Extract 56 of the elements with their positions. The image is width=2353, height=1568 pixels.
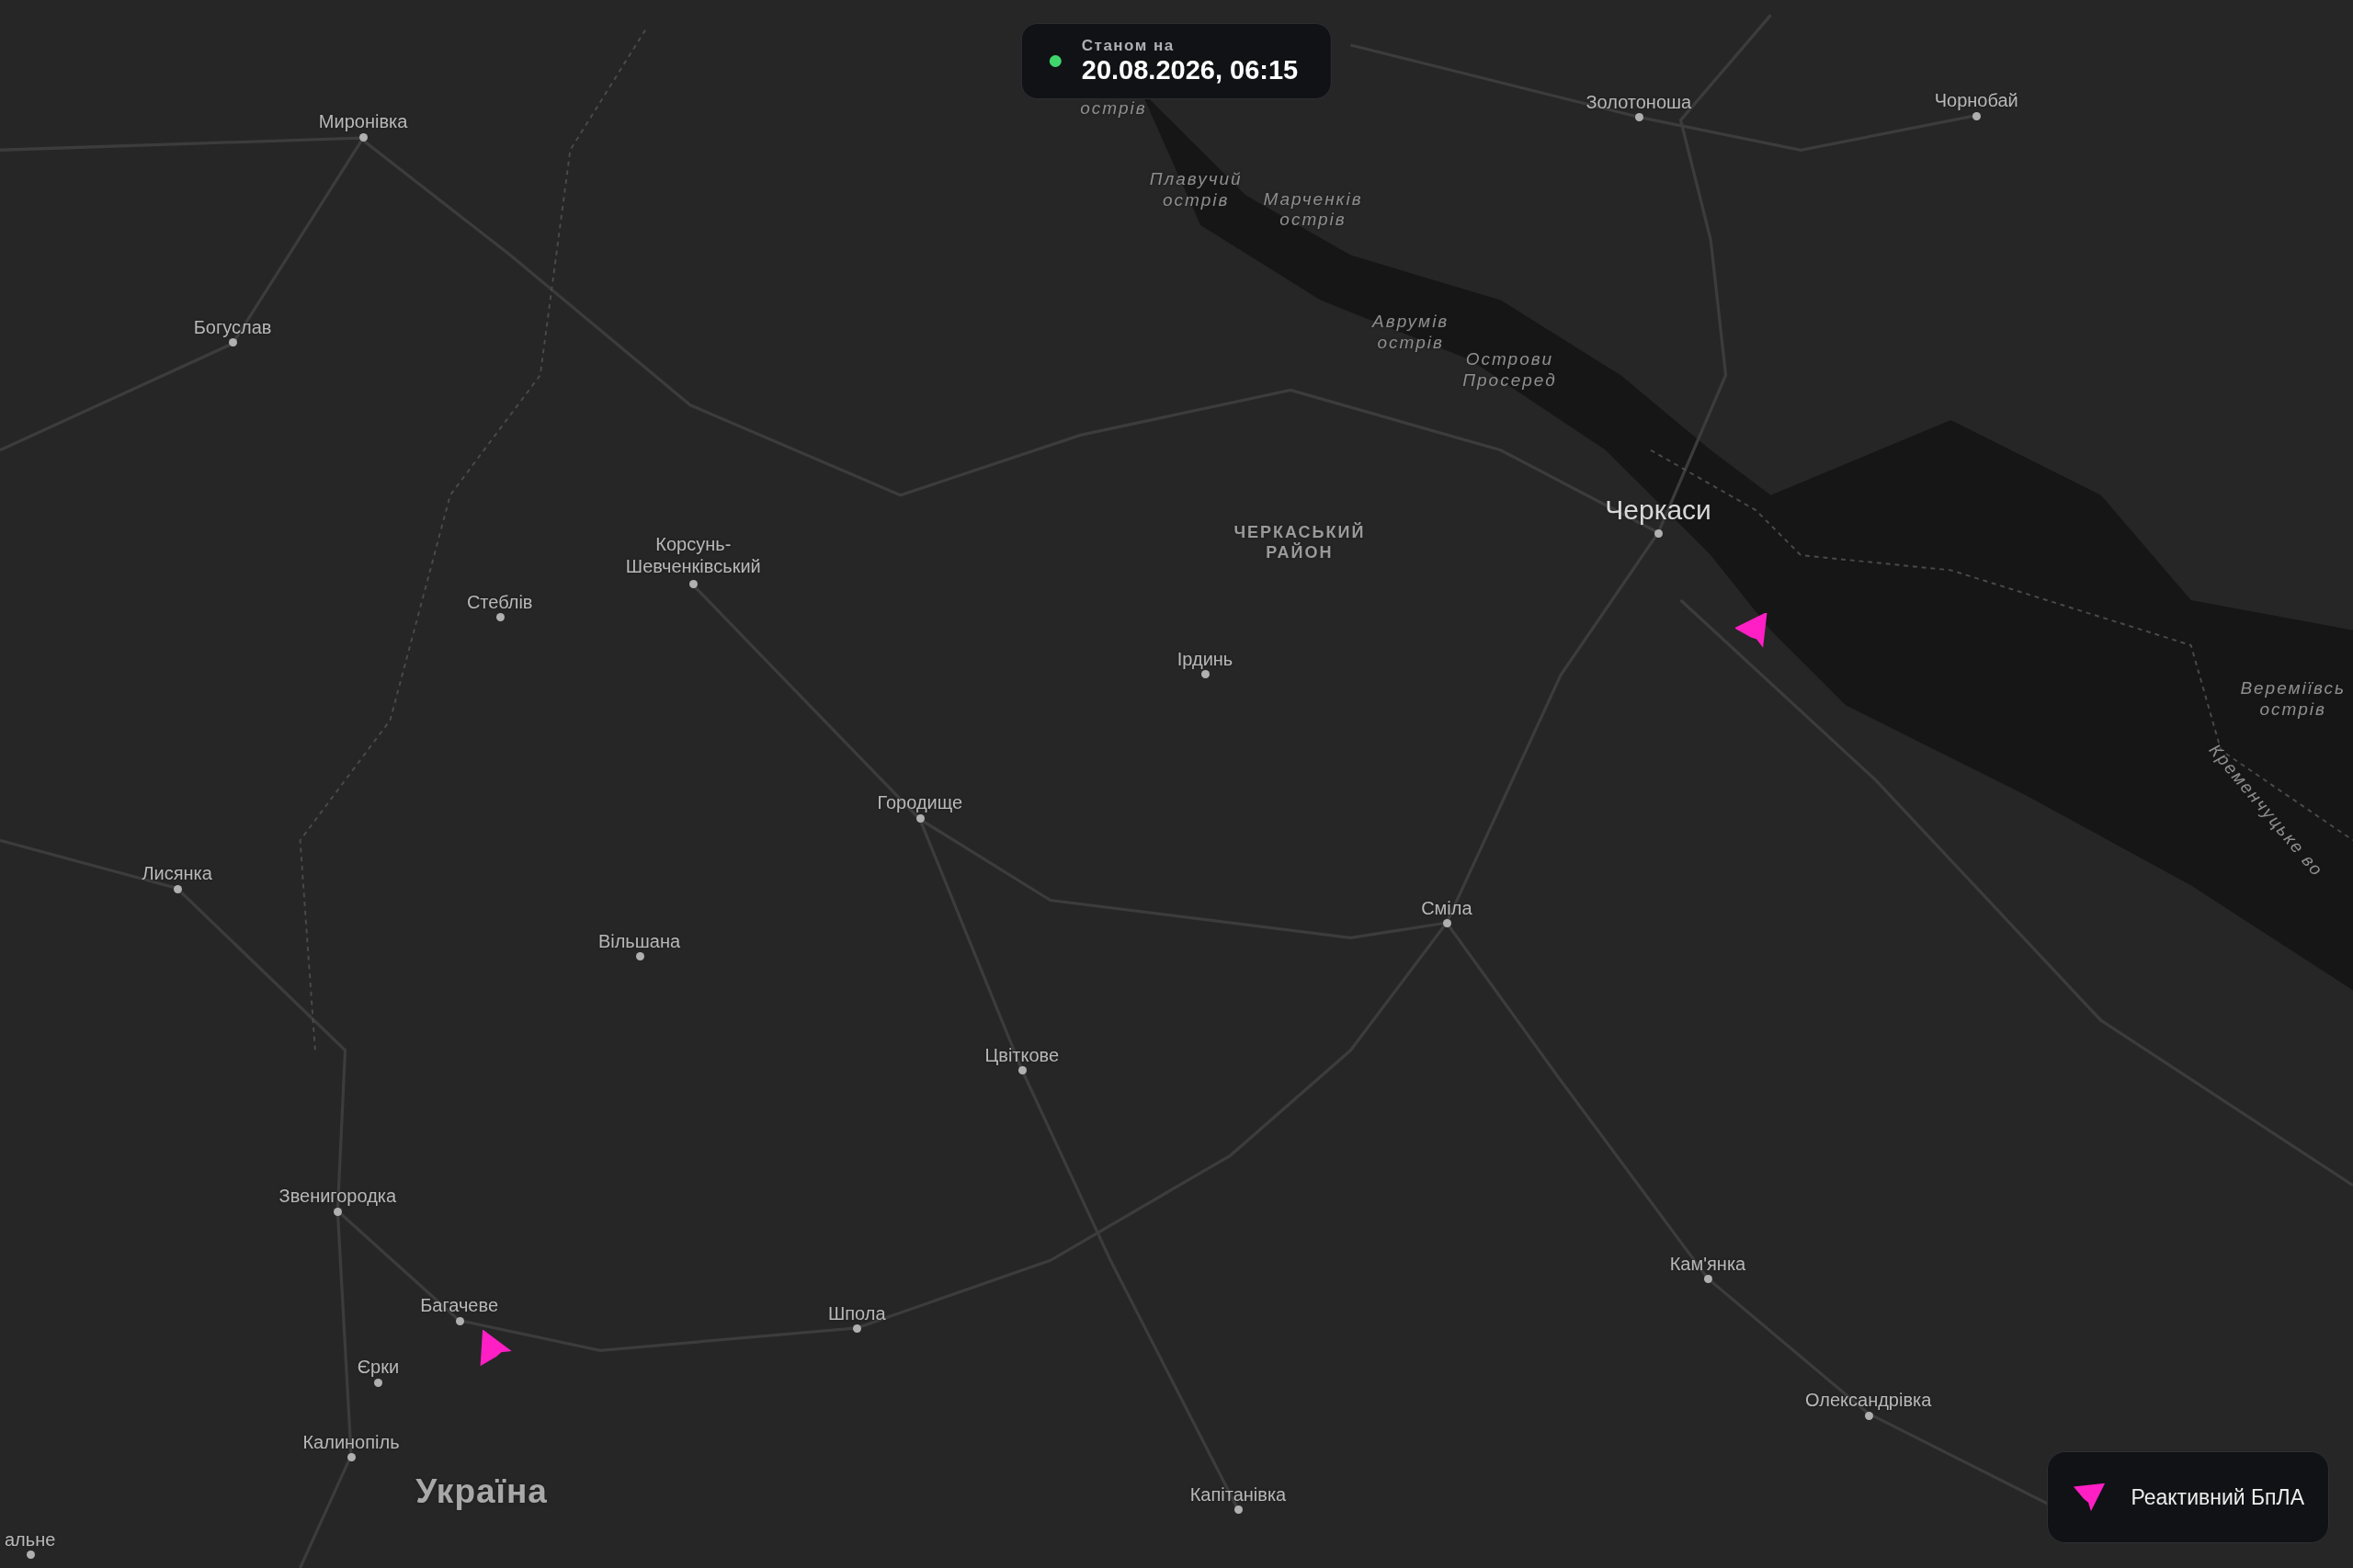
island-label: Марченків острів [1263,188,1363,232]
town-label: Калинопіль [302,1430,400,1453]
status-label: Станом на [1081,37,1176,55]
town-label: Капітанівка [1189,1483,1287,1506]
town-dot-icon [915,813,925,823]
town-label: Золотоноша [1586,91,1692,113]
town-label: Звенигородка [278,1185,397,1208]
district-label: ЧЕРКАСЬКИЙ РАЙОН [1233,523,1366,563]
island-label: Острови Просеред [1462,349,1557,392]
status-timestamp: 20.08.2026, 06:15 [1081,55,1299,85]
town-dot-icon [853,1324,862,1333]
town-dot-icon [495,613,505,621]
town-dot-icon [173,884,182,893]
town-dot-icon [635,952,644,960]
town-label: Лисянка [142,862,212,885]
island-label: Веремiївсь острів [2240,678,2346,721]
town-label: альне [4,1528,56,1551]
town-dot-icon [1201,670,1210,679]
town-dot-icon [1634,113,1643,122]
town-dot-icon [1972,111,1982,120]
town-label: Кам'янка [1669,1252,1746,1275]
town-dot-icon [1654,528,1664,538]
island-label: острів [1080,97,1147,119]
legend-label: Реактивний БпЛА [2131,1484,2304,1510]
town-dot-icon [26,1551,35,1560]
town-label: Цвіткове [984,1043,1060,1066]
town-label: Багачеве [420,1294,498,1317]
town-label: Черкаси [1605,494,1711,528]
town-label: Богуслав [193,315,272,338]
town-dot-icon [1017,1066,1027,1075]
town-dot-icon [334,1207,343,1216]
town-dot-icon [1233,1506,1243,1515]
town-label: Городище [877,791,963,814]
town-label: Миронівка [318,110,408,133]
town-dot-icon [374,1378,383,1387]
town-label: Ірдинь [1176,647,1233,670]
town-dot-icon [1703,1275,1712,1283]
town-dot-icon [229,338,238,347]
town-label: Стеблів [466,590,533,613]
island-label: Аврумів острів [1372,312,1449,355]
town-dot-icon [359,132,369,142]
town-label: Вільшана [597,929,681,952]
town-label: Шпола [827,1301,886,1324]
town-dot-icon [689,580,699,589]
town-dot-icon [455,1316,464,1325]
town-dot-icon [1442,919,1451,928]
town-label: Олександрівка [1804,1389,1932,1412]
island-label: Плавучий острів [1149,169,1243,212]
town-label: Корсунь- Шевченківський [625,533,761,578]
town-label: Єрки [357,1356,400,1379]
country-label: Україна [415,1471,548,1512]
town-dot-icon [347,1453,357,1462]
town-dot-icon [1864,1411,1873,1420]
status-dot-icon [1049,55,1062,67]
town-label: Сміла [1421,896,1472,919]
town-label: Чорнобай [1934,89,2018,112]
